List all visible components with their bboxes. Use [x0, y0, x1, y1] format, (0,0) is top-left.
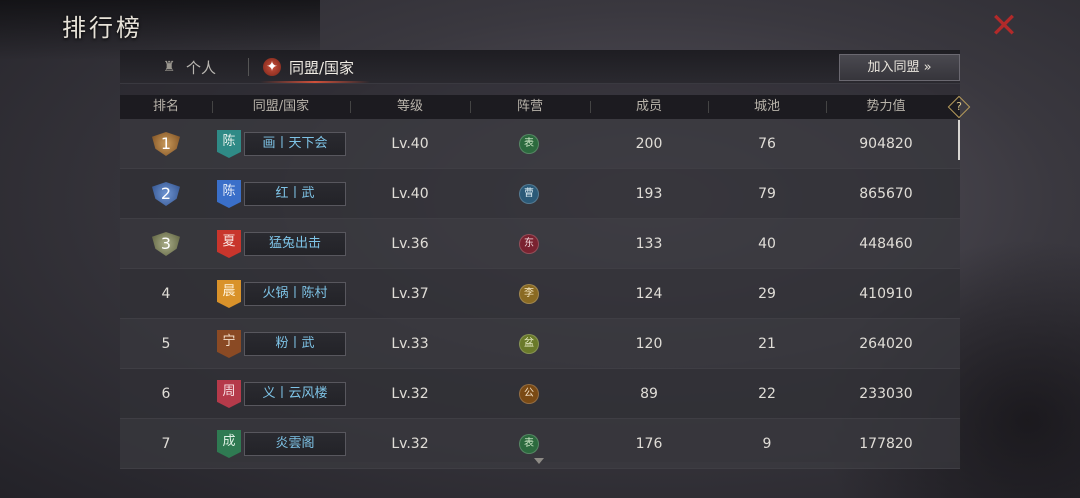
alliance-name[interactable]: 猛兔出击 — [244, 232, 346, 256]
camp-icon: 东 — [519, 234, 539, 254]
table-row[interactable]: 2 陈 红丨武 Lv.40 曹 193 79 865670 — [120, 169, 960, 219]
rank-number: 2 — [160, 184, 172, 203]
city-count: 29 — [758, 286, 776, 302]
alliance-level: Lv.36 — [391, 236, 429, 252]
power-value: 233030 — [859, 386, 913, 402]
city-count: 40 — [758, 236, 776, 252]
alliance-level: Lv.40 — [391, 186, 429, 202]
page-title: 排行榜 — [62, 14, 143, 42]
active-tab-indicator — [260, 81, 370, 83]
alliance-name[interactable]: 粉丨武 — [244, 332, 346, 356]
alliance-flag: 夏 — [217, 230, 241, 258]
member-count: 124 — [635, 286, 663, 302]
scroll-down-icon — [534, 458, 544, 464]
rank-number: 3 — [160, 234, 172, 253]
alliance-name[interactable]: 画丨天下会 — [244, 132, 346, 156]
table-row[interactable]: 5 宁 粉丨武 Lv.33 盆 120 21 264020 — [120, 319, 960, 369]
tab-divider — [248, 58, 249, 76]
rank-number: 5 — [161, 336, 171, 352]
member-count: 120 — [635, 336, 663, 352]
help-label: ? — [956, 100, 962, 113]
alliance-level: Lv.40 — [391, 136, 429, 152]
camp-icon: 表 — [519, 134, 539, 154]
table-row[interactable]: 6 周 义丨云风楼 Lv.32 公 89 22 233030 — [120, 369, 960, 419]
rank-number: 4 — [161, 286, 171, 302]
tab-alliance[interactable]: ✦ 同盟/国家 — [263, 50, 354, 84]
power-value: 410910 — [859, 286, 913, 302]
close-icon[interactable]: ✕ — [986, 8, 1022, 44]
alliance-level: Lv.32 — [391, 386, 429, 402]
member-count: 200 — [635, 136, 663, 152]
alliance-flag: 陈 — [217, 180, 241, 208]
alliance-flag: 陈 — [217, 130, 241, 158]
power-value: 904820 — [859, 136, 913, 152]
member-count: 193 — [635, 186, 663, 202]
power-value: 865670 — [859, 186, 913, 202]
tab-person[interactable]: ♜ 个人 — [160, 50, 216, 84]
city-count: 21 — [758, 336, 776, 352]
tab-person-label: 个人 — [186, 58, 217, 77]
alliance-name[interactable]: 义丨云风楼 — [244, 382, 346, 406]
column-header-alliance: 同盟/国家 — [252, 99, 310, 114]
alliance-name[interactable]: 火锅丨陈村 — [244, 282, 346, 306]
rank-number: 6 — [161, 386, 171, 402]
city-count: 76 — [758, 136, 776, 152]
rank-badge-bronze: 3 — [152, 232, 180, 256]
camp-icon: 曹 — [519, 184, 539, 204]
rank-number: 7 — [161, 436, 171, 452]
camp-icon: 公 — [519, 384, 539, 404]
camp-icon: 盆 — [519, 334, 539, 354]
member-count: 133 — [635, 236, 663, 252]
column-header-rank: 排名 — [152, 99, 179, 114]
power-value: 177820 — [859, 436, 913, 452]
tab-bar: ♜ 个人 ✦ 同盟/国家 — [120, 50, 960, 84]
power-value: 264020 — [859, 336, 913, 352]
table-row[interactable]: 4 晨 火锅丨陈村 Lv.37 李 124 29 410910 — [120, 269, 960, 319]
tab-alliance-label: 同盟/国家 — [289, 58, 355, 77]
column-header-level: 等级 — [396, 99, 423, 114]
column-header-camp: 阵营 — [516, 99, 543, 114]
camp-icon: 表 — [519, 434, 539, 454]
alliance-flag: 晨 — [217, 280, 241, 308]
city-count: 22 — [758, 386, 776, 402]
alliance-level: Lv.37 — [391, 286, 429, 302]
table-row[interactable]: 3 夏 猛兔出击 Lv.36 东 133 40 448460 — [120, 219, 960, 269]
join-alliance-button[interactable]: 加入同盟 » — [839, 54, 960, 81]
alliance-flag: 周 — [217, 380, 241, 408]
city-count: 9 — [762, 436, 772, 452]
city-count: 79 — [758, 186, 776, 202]
alliance-name[interactable]: 红丨武 — [244, 182, 346, 206]
member-count: 176 — [635, 436, 663, 452]
power-value: 448460 — [859, 236, 913, 252]
alliance-name[interactable]: 炎雲阁 — [244, 432, 346, 456]
rank-badge-gold: 1 — [152, 132, 180, 156]
camp-icon: 李 — [519, 284, 539, 304]
rank-number: 1 — [160, 134, 172, 153]
column-header-cities: 城池 — [753, 99, 780, 114]
alliance-level: Lv.32 — [391, 436, 429, 452]
table-header: 排名 同盟/国家 等级 阵营 成员 城池 势力值 — [120, 95, 960, 119]
alliance-flag: 成 — [217, 430, 241, 458]
column-header-power: 势力值 — [866, 99, 906, 114]
member-count: 89 — [640, 386, 658, 402]
scrollbar[interactable] — [958, 120, 960, 160]
person-icon: ♜ — [162, 59, 176, 75]
alliance-level: Lv.33 — [391, 336, 429, 352]
table-row[interactable]: 1 陈 画丨天下会 Lv.40 表 200 76 904820 — [120, 119, 960, 169]
column-header-members: 成员 — [635, 99, 662, 114]
leaderboard-table: 1 陈 画丨天下会 Lv.40 表 200 76 904820 2 陈 红丨武 … — [120, 119, 960, 469]
rank-badge-silver: 2 — [152, 182, 180, 206]
alliance-icon: ✦ — [263, 58, 281, 76]
alliance-flag: 宁 — [217, 330, 241, 358]
